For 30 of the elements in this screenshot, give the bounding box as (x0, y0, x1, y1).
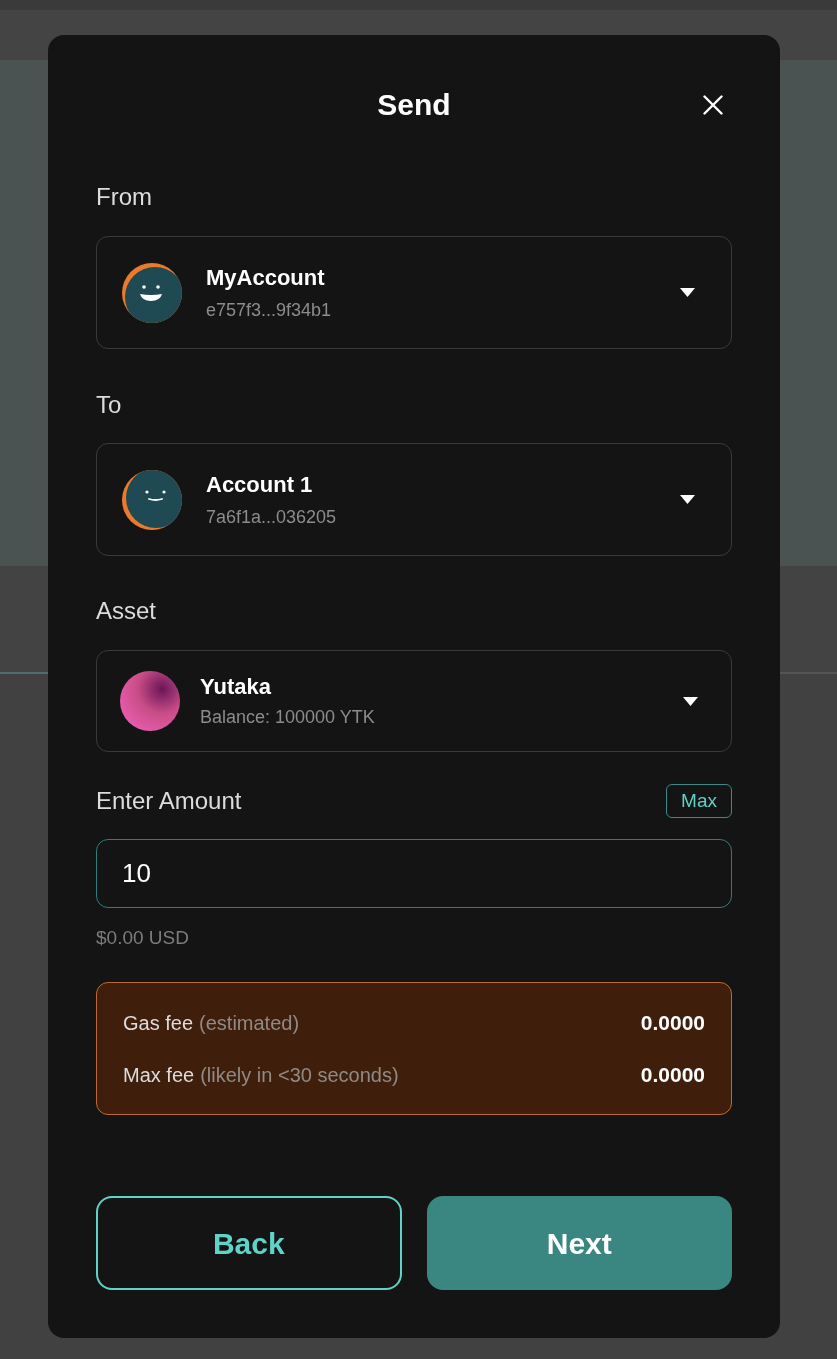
fee-note: (estimated) (199, 1010, 300, 1036)
caret-icon (680, 288, 695, 297)
field-label: Asset (96, 596, 158, 626)
back-button[interactable]: Back (96, 1196, 402, 1290)
fee-value: 0.0000 (640, 1061, 705, 1088)
fiat-value: $0.00 USD (96, 926, 190, 950)
account-name: Account 1 (206, 470, 314, 499)
account-address: 7a6f1a...036205 (206, 505, 338, 529)
next-button[interactable]: Next (426, 1196, 732, 1290)
account-select[interactable]: MyAccount e757f3...9f34b1 (96, 236, 732, 349)
field-label: From (96, 182, 153, 212)
fee-value: 0.0000 (640, 1009, 705, 1036)
account-select[interactable]: Account 1 7a6f1a...036205 (96, 443, 732, 556)
close-icon[interactable] (703, 95, 723, 115)
field-label: Enter Amount (96, 786, 242, 816)
fee-label: Gas fee (123, 1010, 194, 1036)
asset-select[interactable]: Yutaka Balance: 100000 YTK (96, 650, 732, 752)
max-button[interactable]: Max (666, 784, 732, 818)
account-name: MyAccount (206, 263, 326, 292)
token-balance: Balance: 100000 YTK (200, 706, 376, 729)
token-icon (120, 671, 180, 731)
account-address: e757f3...9f34b1 (206, 298, 333, 322)
fee-note: (likely in <30 seconds) (200, 1062, 399, 1088)
caret-icon (683, 696, 698, 706)
token-name: Yutaka (200, 673, 272, 701)
caret-icon (680, 495, 695, 504)
dialog-title: Send (377, 87, 451, 123)
amount-input[interactable]: 10 (96, 839, 732, 908)
field-label: To (96, 390, 123, 420)
fee-label: Max fee (123, 1062, 195, 1088)
